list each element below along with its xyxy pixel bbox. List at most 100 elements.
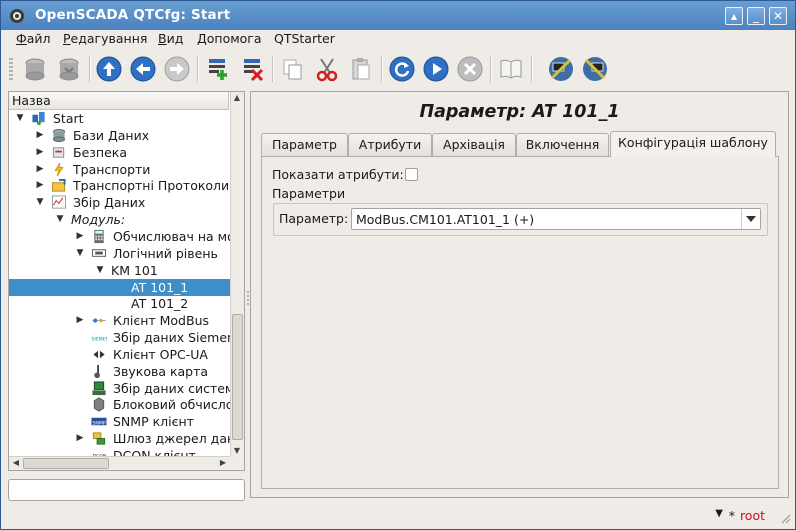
- back-icon: [130, 56, 156, 82]
- forward-button[interactable]: [162, 54, 192, 84]
- tree-item[interactable]: ▶ Обчислювач на мо: [9, 228, 230, 245]
- expand-down-icon[interactable]: ▼: [55, 211, 65, 228]
- svg-text:SNMP: SNMP: [92, 421, 105, 427]
- station-sync-button[interactable]: [546, 54, 576, 84]
- tree-item[interactable]: AT 101_1: [9, 278, 230, 296]
- tree-item[interactable]: ▶ Безпека: [9, 144, 230, 161]
- back-button[interactable]: [128, 54, 158, 84]
- expand-right-icon[interactable]: ▶: [35, 161, 45, 178]
- scroll-left-icon[interactable]: ◀: [10, 458, 22, 467]
- expand-right-icon[interactable]: ▶: [75, 228, 85, 245]
- expand-down-icon[interactable]: ▼: [35, 194, 45, 211]
- save-to-db-button[interactable]: [54, 54, 84, 84]
- tab-inclusion[interactable]: Включення: [516, 133, 609, 156]
- tree-item[interactable]: SIEMENS Збір даних Siemen: [9, 329, 231, 346]
- tree-item[interactable]: ▶ Транспортні Протоколи: [9, 177, 230, 194]
- menu-file[interactable]: Файл: [16, 31, 51, 46]
- status-menu-icon[interactable]: ▼: [715, 508, 723, 519]
- delete-item-icon: [244, 59, 264, 82]
- refresh-button[interactable]: [387, 54, 417, 84]
- tree-item-label: Start: [53, 111, 84, 126]
- tree-vertical-scroll-thumb[interactable]: [232, 314, 243, 440]
- expand-down-icon[interactable]: ▼: [15, 110, 25, 127]
- tree-horizontal-scroll-thumb[interactable]: [23, 458, 109, 469]
- tree-item[interactable]: ▼ Логічний рівень: [9, 245, 230, 262]
- tree-item[interactable]: ▼ Модуль:: [9, 211, 230, 228]
- tree-item[interactable]: ▼ Start: [9, 110, 230, 127]
- tree-item-label: Шлюз джерел дан: [113, 431, 230, 447]
- delete-item-button[interactable]: [238, 54, 268, 84]
- copy-button[interactable]: [278, 54, 308, 84]
- tree-item[interactable]: Звукова карта: [9, 363, 230, 380]
- tree-vertical-scrollbar[interactable]: ▲ ▼: [230, 92, 244, 456]
- menu-edit[interactable]: Редагування: [63, 31, 147, 46]
- command-input[interactable]: [8, 479, 245, 501]
- scroll-right-icon[interactable]: ▶: [217, 458, 229, 467]
- expand-right-icon[interactable]: ▶: [35, 177, 45, 194]
- stop-button[interactable]: [455, 54, 485, 84]
- menu-help[interactable]: Допомога: [197, 31, 262, 46]
- tree-item[interactable]: ▼ Збір Даних: [9, 194, 230, 211]
- load-from-db-button[interactable]: [20, 54, 50, 84]
- tab-archiving[interactable]: Архівація: [432, 133, 516, 156]
- menu-view[interactable]: Вид: [158, 31, 183, 46]
- manual-button[interactable]: [496, 54, 526, 84]
- tree-item-label: Звукова карта: [113, 363, 209, 379]
- tree-item[interactable]: AT 101_2: [9, 295, 230, 312]
- tree-column-header[interactable]: Назва: [9, 92, 229, 110]
- start-icon: [32, 111, 45, 126]
- paste-button[interactable]: [346, 54, 376, 84]
- system-icon: [92, 381, 106, 395]
- expand-right-icon[interactable]: ▶: [35, 127, 45, 144]
- expand-right-icon[interactable]: ▶: [35, 144, 45, 161]
- dcon-icon: DCON: [92, 453, 107, 456]
- show-attributes-checkbox[interactable]: [405, 168, 418, 181]
- parameter-select[interactable]: ModBus.CM101.AT101_1 (+): [351, 208, 761, 230]
- toolbar-grip[interactable]: [9, 58, 13, 82]
- protocol-icon: [51, 179, 66, 192]
- minimize-button[interactable]: _: [747, 7, 765, 25]
- minimize-icon: _: [753, 9, 759, 23]
- shade-button[interactable]: ▴: [725, 7, 743, 25]
- pane-splitter[interactable]: [247, 291, 249, 307]
- tree-item[interactable]: ▶ Бази Даних: [9, 127, 230, 144]
- add-item-button[interactable]: [203, 54, 233, 84]
- expand-down-icon[interactable]: ▼: [75, 245, 85, 262]
- tree-horizontal-scrollbar[interactable]: ◀ ▶: [9, 456, 230, 470]
- up-icon: [96, 56, 122, 82]
- window-title: OpenSCADA QTCfg: Start: [35, 7, 231, 23]
- tree-item[interactable]: DCON DCON клієнт: [9, 447, 230, 456]
- app-icon: [10, 9, 24, 23]
- scroll-corner: [230, 456, 244, 470]
- tree-item[interactable]: ▶ Транспорти: [9, 161, 230, 178]
- tree-item-label: Збір даних Siemen: [113, 330, 230, 346]
- tree-item-label: SNMP клієнт: [113, 414, 194, 430]
- navigation-tree[interactable]: ▼ Start ▶ Бази Даних ▶ Безпека ▶ Транспорти ▶ Тра…: [9, 110, 230, 456]
- tree-item[interactable]: Збір даних систем: [9, 380, 230, 397]
- scroll-down-icon[interactable]: ▼: [231, 446, 243, 455]
- expand-right-icon[interactable]: ▶: [75, 430, 85, 447]
- snmp-icon: SNMP: [91, 418, 107, 427]
- tree-item[interactable]: ▶ Шлюз джерел дан: [9, 430, 230, 447]
- menu-qtstarter[interactable]: QTStarter: [274, 31, 335, 46]
- expand-right-icon[interactable]: ▶: [75, 312, 85, 329]
- tree-item-label: Збір Даних: [73, 195, 146, 211]
- tree-item[interactable]: ▼ KM 101: [9, 262, 230, 279]
- scroll-up-icon[interactable]: ▲: [231, 93, 243, 102]
- up-button[interactable]: [94, 54, 124, 84]
- tree-item[interactable]: Клієнт OPC-UA: [9, 346, 230, 363]
- cut-button[interactable]: [312, 54, 342, 84]
- tab-attributes[interactable]: Атрибути: [348, 133, 432, 156]
- tree-item[interactable]: ▶ Клієнт ModBus: [9, 312, 230, 329]
- parameter-select-dropdown-button[interactable]: [741, 209, 760, 229]
- tree-item[interactable]: Блоковий обчисло: [9, 396, 230, 413]
- size-grip-icon[interactable]: [779, 512, 791, 524]
- start-button[interactable]: [421, 54, 451, 84]
- station-config-button[interactable]: [580, 54, 610, 84]
- tab-template-config[interactable]: Конфігурація шаблону: [610, 131, 776, 157]
- tab-parameter[interactable]: Параметр: [261, 133, 348, 156]
- status-user[interactable]: root: [740, 508, 765, 523]
- tree-item[interactable]: SNMP SNMP клієнт: [9, 413, 230, 430]
- expand-down-icon[interactable]: ▼: [95, 262, 105, 279]
- close-window-button[interactable]: ✕: [769, 7, 787, 25]
